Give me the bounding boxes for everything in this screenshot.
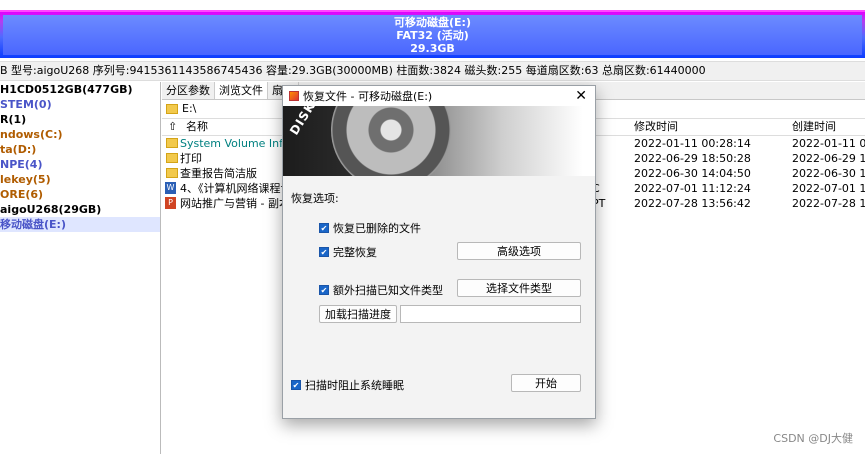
column-created[interactable]: 创建时间: [792, 119, 836, 135]
dialog-titlebar[interactable]: 恢复文件 - 可移动磁盘(E:) ✕: [283, 86, 595, 106]
up-arrow-icon[interactable]: ⇧: [168, 119, 177, 135]
tree-item[interactable]: aigoU268(29GB): [0, 202, 160, 217]
recover-deleted-label: 恢复已删除的文件: [333, 222, 421, 235]
file-modified: 2022-01-11 00:28:14: [634, 137, 751, 150]
disk-info-line: B 型号:aigoU268 序列号:9415361143586745436 容量…: [0, 61, 865, 81]
column-modified[interactable]: 修改时间: [634, 119, 678, 135]
recover-deleted-checkbox[interactable]: ✔ 恢复已删除的文件: [319, 220, 421, 236]
start-button[interactable]: 开始: [511, 374, 581, 392]
file-modified: 2022-07-28 13:56:42: [634, 197, 751, 210]
tree-item[interactable]: lekey(5): [0, 172, 160, 187]
tree-item-selected[interactable]: 移动磁盘(E:): [0, 217, 160, 232]
extra-scan-label: 额外扫描已知文件类型: [333, 284, 443, 297]
file-created: 2022-06-30 14:: [792, 167, 865, 180]
partition-size: 29.3GB: [410, 41, 455, 55]
partition-name: 可移动磁盘(E:): [394, 15, 471, 29]
tree-item[interactable]: ndows(C:): [0, 127, 160, 142]
file-modified: 2022-06-30 14:04:50: [634, 167, 751, 180]
extra-scan-checkbox[interactable]: ✔ 额外扫描已知文件类型: [319, 282, 443, 298]
ppt-doc-icon: P: [165, 197, 176, 209]
advanced-options-button[interactable]: 高级选项: [457, 242, 581, 260]
hard-disk-platter-icon: [331, 106, 451, 176]
file-created: 2022-07-01 14:: [792, 182, 865, 195]
partition-bar-label: 可移动磁盘(E:) FAT32 (活动) 29.3GB: [3, 15, 862, 55]
file-modified: 2022-07-01 11:12:24: [634, 182, 751, 195]
tree-item[interactable]: ORE(6): [0, 187, 160, 202]
checkbox-checked-icon: ✔: [319, 285, 329, 295]
watermark: CSDN @DJ大健: [773, 432, 853, 445]
file-created: 2022-01-11 00:: [792, 137, 865, 150]
folder-icon: [166, 168, 178, 178]
folder-icon: [166, 104, 178, 114]
tab-browse-files[interactable]: 浏览文件: [215, 82, 268, 99]
file-name: 4、《计算机网络课程设: [180, 182, 292, 195]
folder-icon: [166, 153, 178, 163]
checkbox-checked-icon: ✔: [291, 380, 301, 390]
tree-item[interactable]: STEM(0): [0, 97, 160, 112]
load-scan-progress-button[interactable]: 加载扫描进度: [319, 305, 397, 323]
current-path: E:\: [182, 102, 197, 115]
tree-item[interactable]: H1CD0512GB(477GB): [0, 82, 160, 97]
close-button[interactable]: ✕: [575, 87, 587, 105]
file-name: System Volume Infor: [180, 137, 295, 150]
file-created: 2022-07-28 14:: [792, 197, 865, 210]
disk-tree: H1CD0512GB(477GB) STEM(0) R(1) ndows(C:)…: [0, 82, 161, 454]
prevent-sleep-label: 扫描时阻止系统睡眠: [305, 379, 404, 392]
recovery-options-label: 恢复选项:: [291, 192, 339, 205]
scan-progress-path-input[interactable]: [400, 305, 581, 323]
partition-bar[interactable]: 可移动磁盘(E:) FAT32 (活动) 29.3GB: [0, 10, 865, 58]
tab-partition-params[interactable]: 分区参数: [162, 82, 215, 99]
tree-item[interactable]: R(1): [0, 112, 160, 127]
folder-icon: [166, 138, 178, 148]
full-recovery-label: 完整恢复: [333, 246, 377, 259]
file-created: 2022-06-29 18:: [792, 152, 865, 165]
diskgenius-app-icon: [289, 91, 299, 101]
tree-item[interactable]: ta(D:): [0, 142, 160, 157]
select-file-types-button[interactable]: 选择文件类型: [457, 279, 581, 297]
checkbox-checked-icon: ✔: [319, 247, 329, 257]
file-name: 网站推广与营销 - 副本.: [180, 197, 294, 210]
file-name: 查重报告简洁版: [180, 167, 257, 180]
full-recovery-checkbox[interactable]: ✔ 完整恢复: [319, 244, 377, 260]
word-doc-icon: W: [165, 182, 176, 194]
dialog-title: 恢复文件 - 可移动磁盘(E:): [303, 90, 433, 103]
prevent-sleep-checkbox[interactable]: ✔ 扫描时阻止系统睡眠: [291, 377, 404, 393]
tree-item[interactable]: NPE(4): [0, 157, 160, 172]
recover-files-dialog: 恢复文件 - 可移动磁盘(E:) ✕ DISKGENIUS 恢复选项: ✔ 恢复…: [282, 85, 596, 419]
column-name[interactable]: 名称: [186, 119, 208, 135]
dialog-banner: DISKGENIUS: [283, 106, 595, 176]
checkbox-checked-icon: ✔: [319, 223, 329, 233]
file-modified: 2022-06-29 18:50:28: [634, 152, 751, 165]
file-name: 打印: [180, 152, 202, 165]
partition-filesystem: FAT32 (活动): [396, 28, 469, 42]
